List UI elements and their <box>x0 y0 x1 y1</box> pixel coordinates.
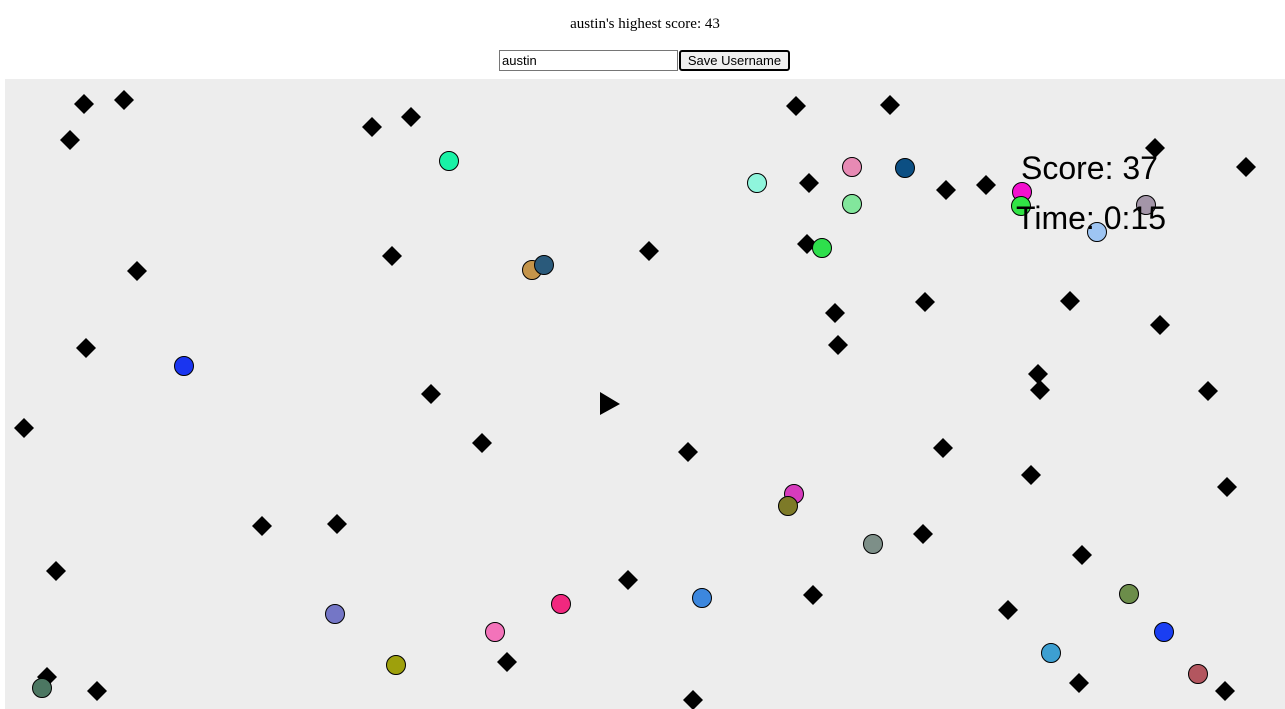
timer-display: Time: 0:15 <box>1016 200 1166 236</box>
orb-circle <box>1041 643 1061 663</box>
orb-circle <box>895 158 915 178</box>
orb-circle <box>551 594 571 614</box>
orb-circle <box>812 238 832 258</box>
orb-circle <box>439 151 459 171</box>
orb-circle <box>1154 622 1174 642</box>
game-board[interactable]: Score: 37 Time: 0:15 <box>5 79 1285 709</box>
highest-score-text: austin's highest score: 43 <box>570 16 720 32</box>
username-input[interactable] <box>499 50 678 71</box>
orb-circle <box>747 173 767 193</box>
orb-circle <box>692 588 712 608</box>
game-canvas[interactable]: Score: 37 Time: 0:15 <box>5 79 1285 709</box>
orb-circle <box>1119 584 1139 604</box>
orb-circle <box>534 255 554 275</box>
orb-circle <box>174 356 194 376</box>
orb-circle <box>1188 664 1208 684</box>
orb-circle <box>778 496 798 516</box>
score-display: Score: 37 <box>1021 150 1158 186</box>
orb-circle <box>485 622 505 642</box>
orb-circle <box>863 534 883 554</box>
orb-circle <box>842 194 862 214</box>
orb-circle <box>842 157 862 177</box>
orb-circle <box>325 604 345 624</box>
orb-circle <box>32 678 52 698</box>
orb-circle <box>386 655 406 675</box>
save-username-button[interactable]: Save Username <box>679 50 790 71</box>
